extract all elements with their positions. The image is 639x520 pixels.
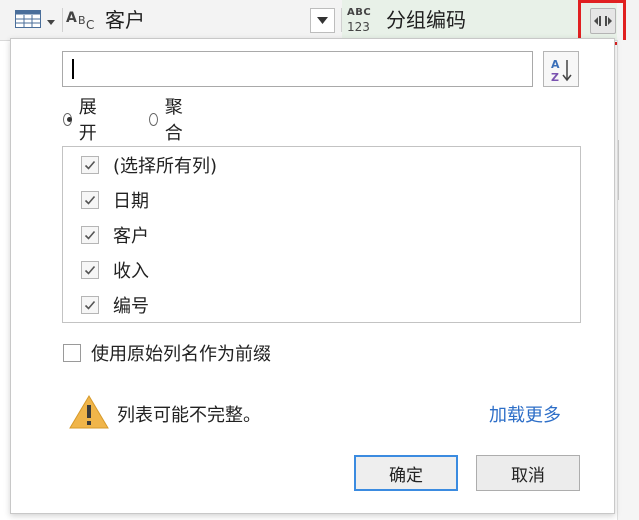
checkmark-icon [84,160,96,170]
checkbox-checked[interactable] [81,156,99,174]
type-abc-label: ABC [347,7,372,18]
warning-icon [69,395,109,429]
group-code-column-header[interactable] [342,0,617,40]
text-cursor [72,59,74,79]
app-stage: A B C 客户 ABC 123 分组编码 A Z 展开 聚合 (选择所有列) … [0,0,639,520]
list-item-label: 日期 [113,191,149,212]
list-item-label: 编号 [113,296,149,317]
sort-az-icon: A Z [551,58,572,83]
column-search-input[interactable] [62,51,533,87]
type-123-label: 123 [347,20,370,34]
radio-expand-label: 展开 [78,97,97,144]
radio-dot-selected [63,112,72,126]
background-grid-strip [617,40,639,520]
checkmark-icon [84,300,96,310]
svg-text:Z: Z [551,71,559,83]
grid-line [618,140,619,200]
column-checklist: (选择所有列) 日期 客户 收入 编号 [62,146,581,323]
checkbox-checked[interactable] [81,261,99,279]
text-type-icon: A B C [66,9,100,32]
list-item-label: (选择所有列) [113,156,218,177]
header-divider [62,8,63,32]
expand-column-popup: A Z 展开 聚合 (选择所有列) 日期 客户 收入 编号 使用原始列名作为前缀… [10,38,615,514]
load-more-link[interactable]: 加载更多 [489,401,561,427]
radio-dot [149,112,158,126]
checkmark-icon [84,230,96,240]
prefix-option[interactable]: 使用原始列名作为前缀 [63,341,271,365]
column-name-customer[interactable]: 客户 [105,7,145,33]
list-item-revenue[interactable]: 收入 [81,257,149,283]
checkbox-checked[interactable] [81,226,99,244]
table-menu-button[interactable] [15,8,59,32]
type-letter-c: C [86,18,95,32]
header-divider [341,8,342,32]
ok-button[interactable]: 确定 [354,455,458,491]
type-letter-a: A [66,10,77,26]
checkmark-icon [84,195,96,205]
checkbox-checked[interactable] [81,296,99,314]
list-item-number[interactable]: 编号 [81,292,149,318]
type-letter-b: B [78,14,86,27]
prefix-checkbox[interactable] [63,344,81,362]
radio-expand[interactable]: 展开 [63,97,101,144]
list-item-date[interactable]: 日期 [81,187,149,213]
checkbox-checked[interactable] [81,191,99,209]
checkmark-icon [84,265,96,275]
any-type-icon: ABC 123 [347,7,379,35]
dropdown-arrow-icon [317,17,328,24]
list-item-label: 客户 [113,226,149,247]
column-name-group-code[interactable]: 分组编码 [386,7,466,33]
radio-aggregate[interactable]: 聚合 [149,97,187,144]
incomplete-list-warning: 列表可能不完整。 [117,405,261,426]
list-item-label: 收入 [113,261,149,282]
svg-text:A: A [551,58,560,71]
prefix-option-label: 使用原始列名作为前缀 [91,344,271,365]
radio-aggregate-label: 聚合 [164,97,183,144]
column-header-bar: A B C 客户 ABC 123 分组编码 [0,0,639,45]
caret-down-icon [47,20,55,25]
column-filter-button[interactable] [310,8,335,33]
sort-button[interactable]: A Z [543,51,579,87]
table-icon [15,10,41,28]
cancel-button[interactable]: 取消 [476,455,580,491]
list-item-select-all[interactable]: (选择所有列) [81,152,217,178]
list-item-customer[interactable]: 客户 [81,222,149,248]
